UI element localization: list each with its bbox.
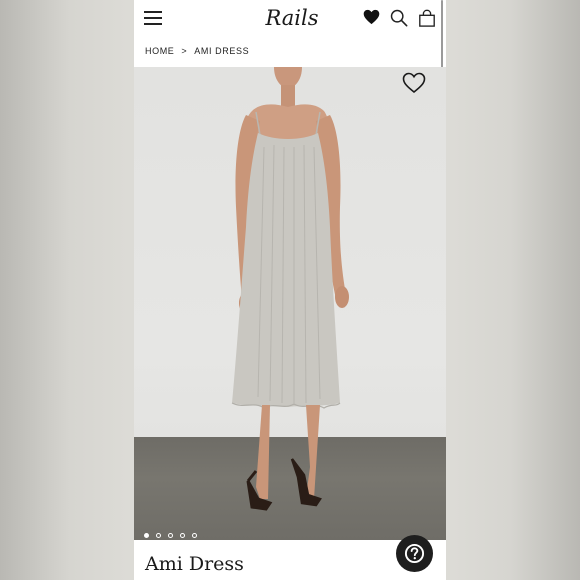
shopping-bag-icon[interactable] — [418, 9, 436, 27]
search-icon[interactable] — [390, 9, 408, 27]
help-button[interactable] — [396, 535, 433, 572]
gallery-dot[interactable] — [180, 533, 185, 538]
product-image[interactable] — [134, 67, 446, 540]
breadcrumb-separator: > — [181, 46, 188, 56]
gallery-pagination — [144, 525, 204, 538]
hamburger-menu-icon[interactable] — [144, 11, 162, 25]
breadcrumb-home-link[interactable]: HOME — [145, 46, 174, 56]
question-mark-icon — [404, 543, 425, 564]
brand-logo[interactable]: Rails — [262, 4, 322, 32]
breadcrumb-current: AMI DRESS — [194, 46, 250, 56]
mobile-page: Rails HOME > AMI DRESS Ami Dress — [134, 0, 446, 580]
product-title: Ami Dress — [145, 553, 244, 575]
model-figure-illustration — [231, 67, 349, 511]
gallery-dot[interactable] — [192, 533, 197, 538]
heart-outline-icon[interactable] — [402, 72, 426, 94]
site-header: Rails — [134, 0, 446, 178]
breadcrumb: HOME > AMI DRESS — [145, 46, 249, 56]
gallery-dot[interactable] — [168, 533, 173, 538]
heart-filled-icon[interactable] — [363, 9, 380, 25]
gallery-dot[interactable] — [144, 533, 149, 538]
gallery-dot[interactable] — [156, 533, 161, 538]
